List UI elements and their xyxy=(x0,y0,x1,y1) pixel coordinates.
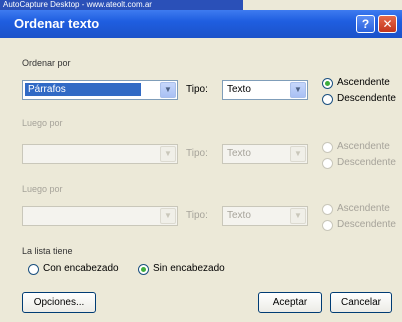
then-by-field-combo-2: ▼ xyxy=(22,206,178,226)
sort-by-type-combo[interactable]: Texto ▼ xyxy=(222,80,308,100)
sort-by-type-value: Texto xyxy=(227,84,251,95)
then-by-type-label-2: Tipo: xyxy=(186,210,208,221)
descending-label: Descendente xyxy=(337,93,396,104)
without-header-radio[interactable] xyxy=(138,264,149,275)
chevron-down-icon: ▼ xyxy=(290,146,306,162)
sort-text-dialog: AutoCapture Desktop - www.ateolt.com.ar … xyxy=(0,0,402,322)
sort-by-type-label: Tipo: xyxy=(186,84,208,95)
ascending-radio[interactable] xyxy=(322,78,333,89)
then-by-descending-label-1: Descendente xyxy=(337,157,396,168)
question-icon: ? xyxy=(361,17,370,31)
chevron-down-icon[interactable]: ▼ xyxy=(160,82,176,98)
title-bar[interactable]: Ordenar texto ? ✕ xyxy=(0,10,402,38)
options-button[interactable]: Opciones... xyxy=(22,292,96,313)
then-by-descending-label-2: Descendente xyxy=(337,219,396,230)
without-header-label: Sin encabezado xyxy=(153,263,225,274)
then-by-descending-radio-1 xyxy=(322,158,333,169)
then-by-ascending-label-1: Ascendente xyxy=(337,141,390,152)
sort-by-label: Ordenar por xyxy=(22,58,71,68)
sort-by-field-combo[interactable]: Párrafos ▼ xyxy=(22,80,178,100)
chevron-down-icon: ▼ xyxy=(290,208,306,224)
ok-button[interactable]: Aceptar xyxy=(258,292,322,313)
list-has-label: La lista tiene xyxy=(22,246,73,256)
then-by-label-2: Luego por xyxy=(22,184,63,194)
then-by-type-combo-2: Texto ▼ xyxy=(222,206,308,226)
ascending-label: Ascendente xyxy=(337,77,390,88)
close-icon: ✕ xyxy=(382,17,393,31)
dialog-title: Ordenar texto xyxy=(14,16,100,31)
then-by-label-1: Luego por xyxy=(22,118,63,128)
chevron-down-icon: ▼ xyxy=(160,208,176,224)
help-button[interactable]: ? xyxy=(356,15,375,33)
cancel-button[interactable]: Cancelar xyxy=(330,292,392,313)
then-by-ascending-label-2: Ascendente xyxy=(337,203,390,214)
then-by-type-value-2: Texto xyxy=(227,210,251,221)
then-by-type-label-1: Tipo: xyxy=(186,148,208,159)
then-by-type-combo-1: Texto ▼ xyxy=(222,144,308,164)
chevron-down-icon[interactable]: ▼ xyxy=(290,82,306,98)
chevron-down-icon: ▼ xyxy=(160,146,176,162)
with-header-label: Con encabezado xyxy=(43,263,119,274)
then-by-descending-radio-2 xyxy=(322,220,333,231)
with-header-radio[interactable] xyxy=(28,264,39,275)
sort-by-field-value: Párrafos xyxy=(25,83,141,96)
then-by-ascending-radio-1 xyxy=(322,142,333,153)
autocapture-caption: AutoCapture Desktop - www.ateolt.com.ar xyxy=(0,0,243,10)
descending-radio[interactable] xyxy=(322,94,333,105)
then-by-type-value-1: Texto xyxy=(227,148,251,159)
then-by-field-combo-1: ▼ xyxy=(22,144,178,164)
then-by-ascending-radio-2 xyxy=(322,204,333,215)
close-button[interactable]: ✕ xyxy=(378,15,397,33)
